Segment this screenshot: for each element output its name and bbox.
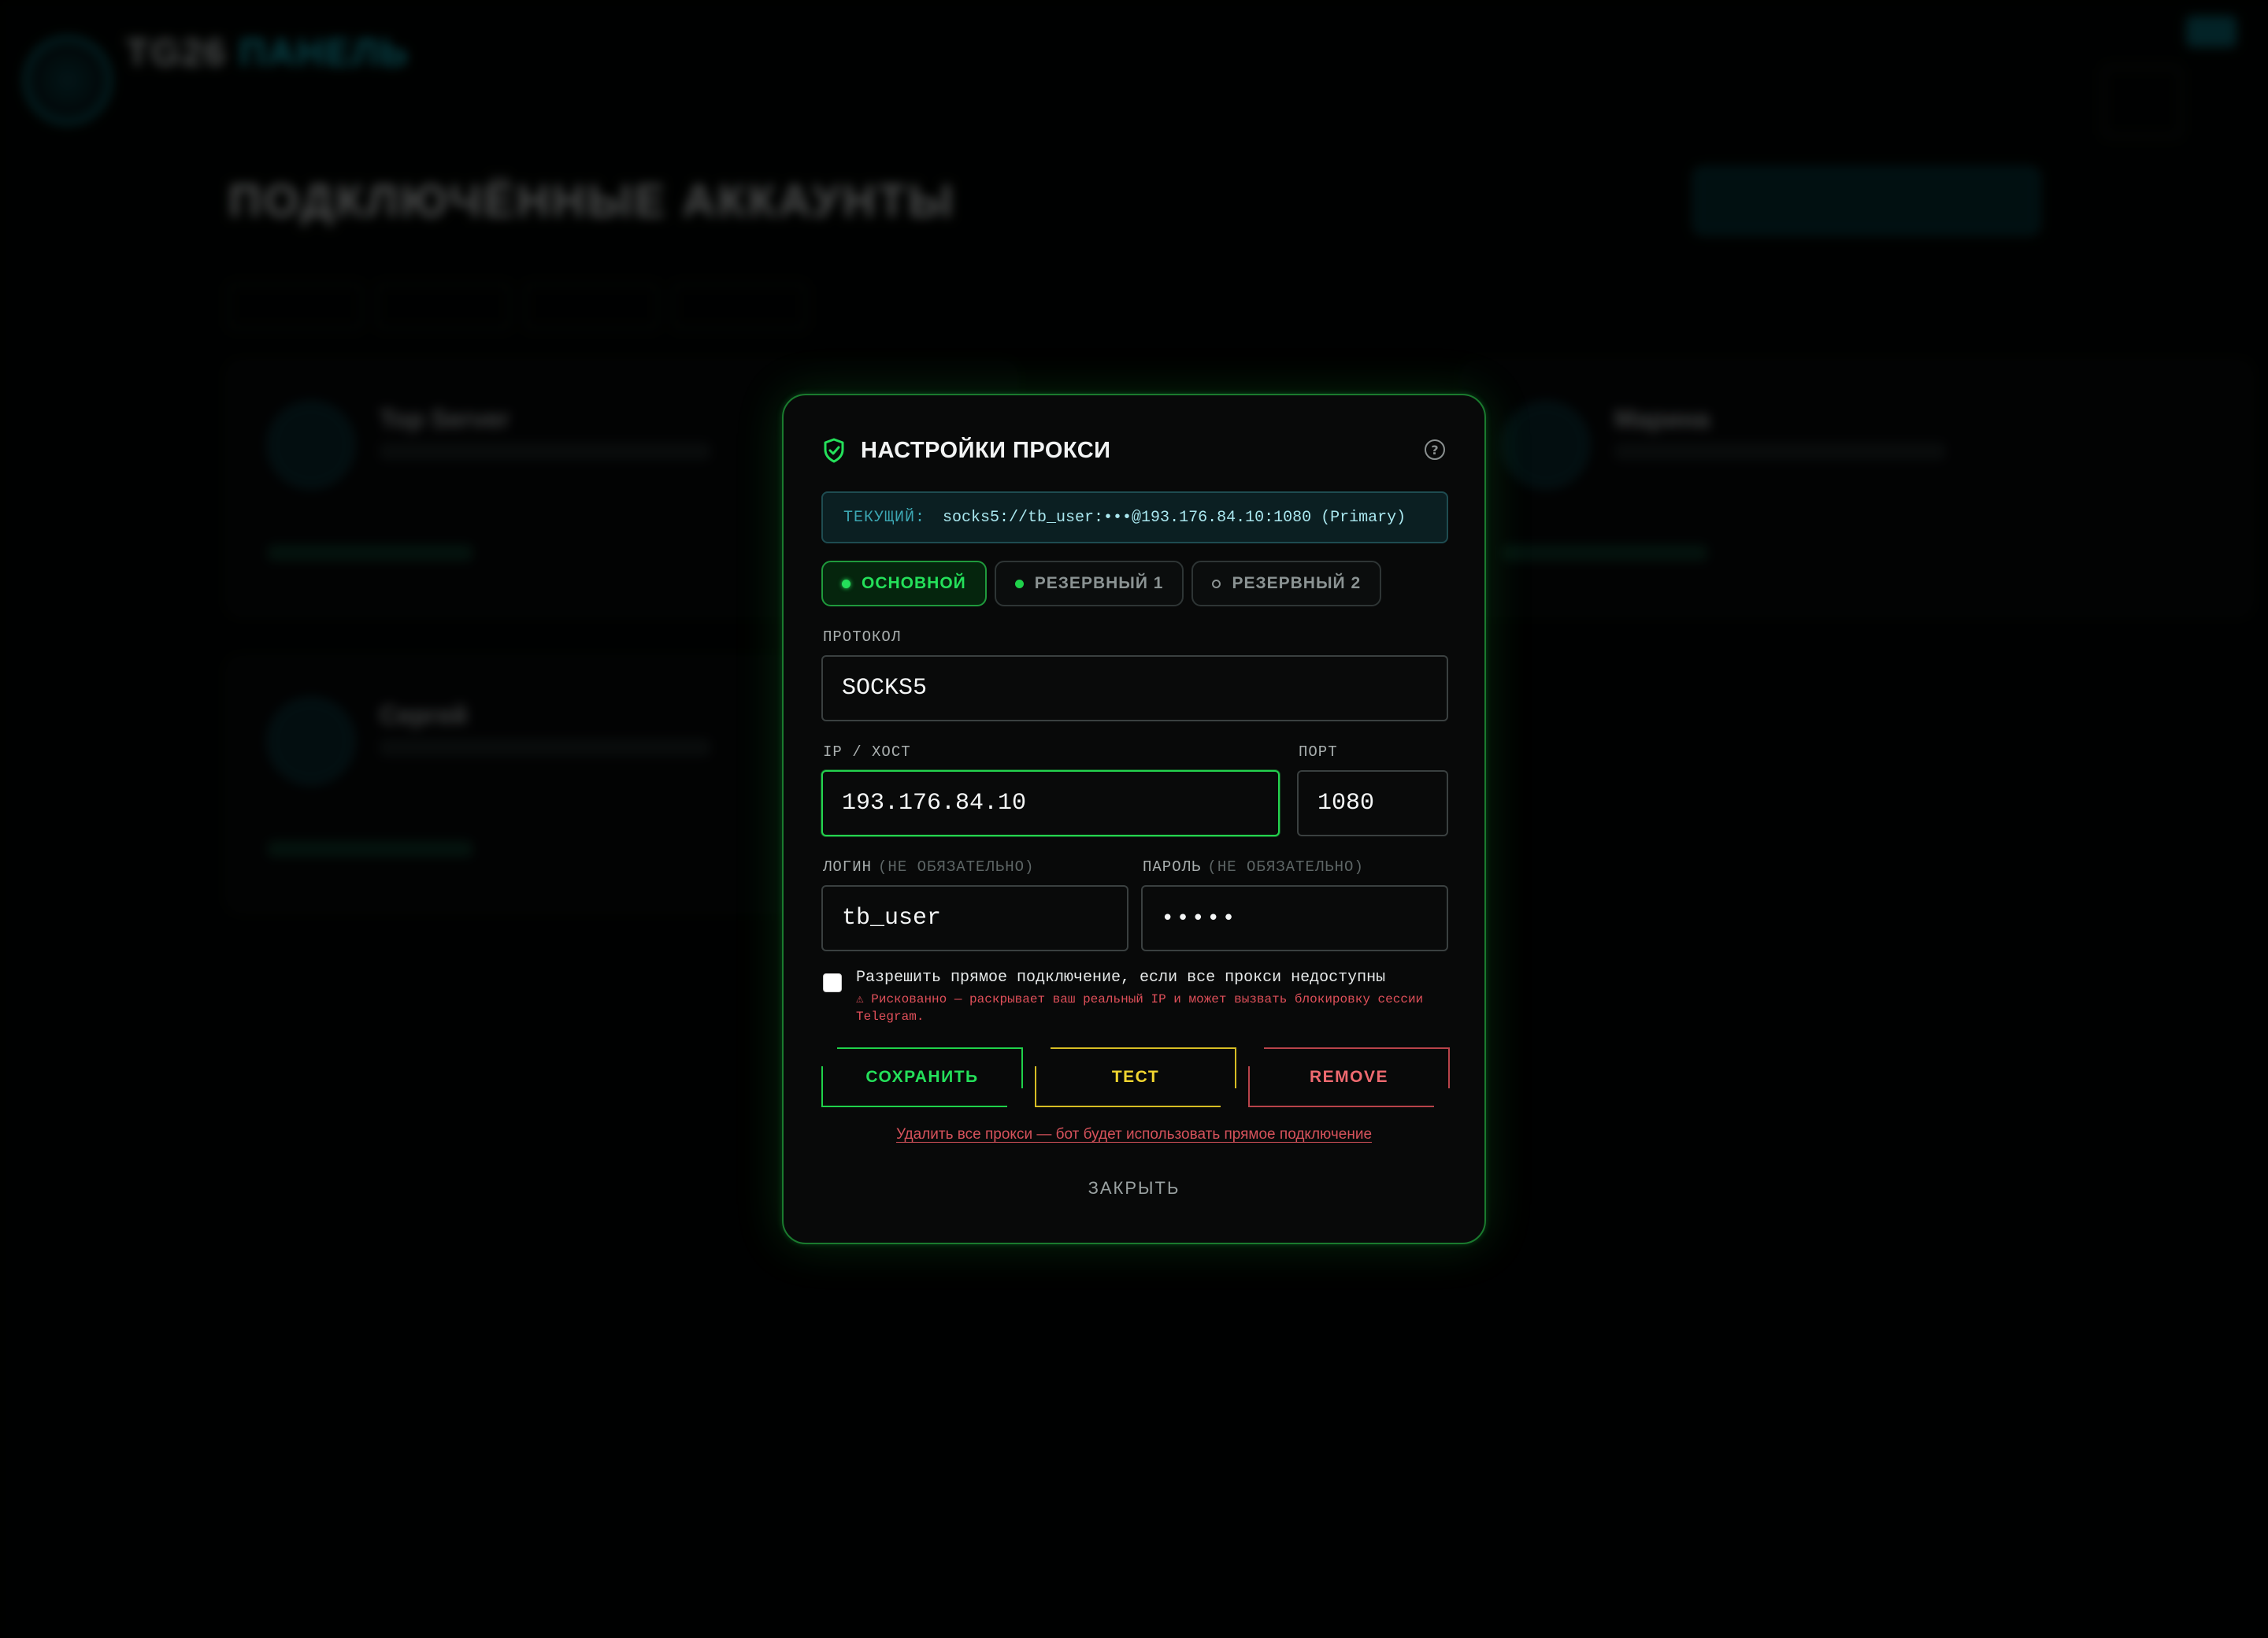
account-name: Top Server: [380, 405, 510, 433]
avatar: [268, 698, 354, 784]
filter-chip: [524, 284, 658, 329]
tab-label: ОСНОВНОЙ: [862, 574, 966, 592]
tab-backup-2[interactable]: РЕЗЕРВНЫЙ 2: [1191, 561, 1382, 606]
password-label: ПАРОЛЬ (НЕ ОБЯЗАТЕЛЬНО): [1143, 858, 1364, 876]
app-logo: [24, 36, 112, 124]
tab-backup-1[interactable]: РЕЗЕРВНЫЙ 1: [994, 561, 1184, 606]
save-button[interactable]: СОХРАНИТЬ: [821, 1047, 1023, 1107]
filter-row: [228, 284, 2040, 331]
password-value: •••••: [1162, 906, 1238, 930]
protocol-select[interactable]: SOCKS5: [821, 655, 1448, 721]
test-button[interactable]: ТЕСТ: [1035, 1047, 1236, 1107]
status-dot: [1212, 579, 1221, 588]
current-proxy-box: ТЕКУЩИЙ: socks5://tb_user:•••@193.176.84…: [821, 491, 1448, 543]
help-circle-icon[interactable]: ?: [1425, 439, 1445, 460]
login-input[interactable]: tb_user: [821, 885, 1128, 951]
filter-chip: [673, 284, 806, 329]
direct-connection-checkbox[interactable]: [823, 973, 842, 992]
close-button[interactable]: ЗАКРЫТЬ: [784, 1178, 1484, 1199]
account-card: Марина: [1463, 362, 2251, 614]
port-value: 1080: [1317, 790, 1375, 817]
account-status-row: [268, 841, 472, 857]
protocol-label: ПРОТОКОЛ: [823, 628, 902, 646]
protocol-value: SOCKS5: [842, 675, 928, 702]
password-label-text: ПАРОЛЬ: [1143, 858, 1202, 876]
filter-chip: [228, 284, 362, 329]
port-input[interactable]: 1080: [1297, 770, 1448, 836]
account-name: Сергей: [380, 701, 468, 729]
modal-header: НАСТРОЙКИ ПРОКСИ ?: [823, 435, 1445, 466]
login-value: tb_user: [842, 905, 942, 932]
corner-badge: [2186, 16, 2236, 47]
modal-title: НАСТРОЙКИ ПРОКСИ: [861, 437, 1111, 463]
remove-button-label: REMOVE: [1309, 1068, 1388, 1086]
password-input[interactable]: •••••: [1141, 885, 1448, 951]
host-input[interactable]: 193.176.84.10: [821, 770, 1280, 836]
status-dot: [1014, 579, 1024, 588]
page-title-text: ПОДКЛЮЧЁННЫЕ АККАУНТЫ: [228, 176, 955, 227]
brand-title: TG26 ПАНЕЛЬ: [126, 32, 409, 75]
account-meta: [380, 739, 710, 756]
tab-primary[interactable]: ОСНОВНОЙ: [821, 561, 987, 606]
avatar: [268, 402, 354, 488]
current-proxy-label: ТЕКУЩИЙ:: [843, 508, 926, 527]
brand-title-accent: ПАНЕЛЬ: [239, 32, 410, 74]
account-meta: [380, 443, 710, 460]
page-title: ПОДКЛЮЧЁННЫЕ АККАУНТЫ: [228, 175, 955, 228]
status-dot: [842, 579, 850, 588]
tab-label: РЕЗЕРВНЫЙ 2: [1232, 574, 1362, 592]
login-optional-hint: (НЕ ОБЯЗАТЕЛЬНО): [878, 858, 1035, 876]
shield-check-icon: [823, 438, 845, 463]
host-label: IP / ХОСТ: [823, 743, 911, 761]
test-button-label: ТЕСТ: [1111, 1068, 1160, 1086]
remove-button[interactable]: REMOVE: [1248, 1047, 1450, 1107]
account-meta: [1614, 443, 1945, 460]
login-label: ЛОГИН (НЕ ОБЯЗАТЕЛЬНО): [823, 858, 1034, 876]
direct-connection-label[interactable]: Разрешить прямое подключение, если все п…: [856, 969, 1385, 987]
account-name: Марина: [1614, 405, 1710, 433]
direct-connection-warning: ⚠ Рискованно — раскрывает ваш реальный I…: [856, 992, 1424, 1024]
tab-label: РЕЗЕРВНЫЙ 1: [1034, 574, 1164, 592]
account-status-row: [268, 545, 472, 561]
add-account-button: [1693, 167, 2040, 235]
current-proxy-value: socks5://tb_user:•••@193.176.84.10:1080 …: [943, 508, 1406, 527]
top-right-controls: [2103, 66, 2181, 137]
filter-chip: [376, 284, 510, 329]
proxy-slot-tabs: ОСНОВНОЙ РЕЗЕРВНЫЙ 1 РЕЗЕРВНЫЙ 2: [821, 561, 1382, 606]
save-button-label: СОХРАНИТЬ: [865, 1068, 979, 1086]
host-value: 193.176.84.10: [842, 790, 1027, 817]
port-label: ПОРТ: [1299, 743, 1338, 761]
toolbar-icon-box: [2103, 66, 2181, 137]
account-status-row: [1503, 545, 1707, 561]
login-label-text: ЛОГИН: [823, 858, 873, 876]
brand-title-main: TG26: [126, 32, 228, 74]
password-optional-hint: (НЕ ОБЯЗАТЕЛЬНО): [1207, 858, 1364, 876]
avatar: [1503, 402, 1589, 488]
proxy-settings-modal: НАСТРОЙКИ ПРОКСИ ? ТЕКУЩИЙ: socks5://tb_…: [782, 394, 1486, 1244]
delete-all-proxies-link[interactable]: Удалить все прокси — бот будет использов…: [784, 1126, 1484, 1143]
